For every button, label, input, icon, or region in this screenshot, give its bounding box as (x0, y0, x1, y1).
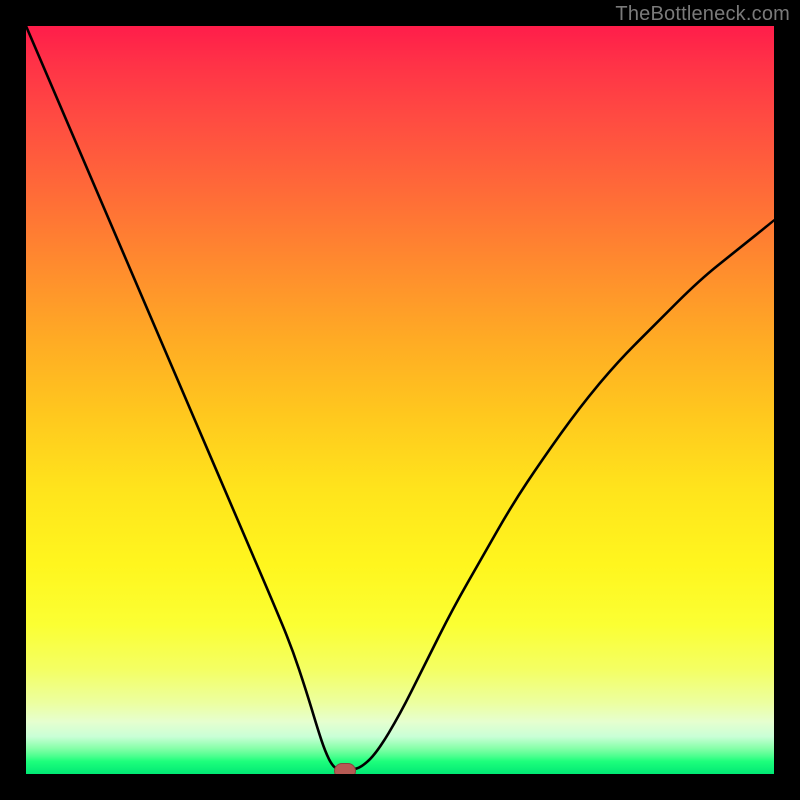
optimum-marker (334, 763, 356, 774)
bottleneck-curve (26, 26, 774, 774)
plot-area (26, 26, 774, 774)
watermark-text: TheBottleneck.com (615, 3, 790, 26)
chart-frame: TheBottleneck.com (0, 0, 800, 800)
